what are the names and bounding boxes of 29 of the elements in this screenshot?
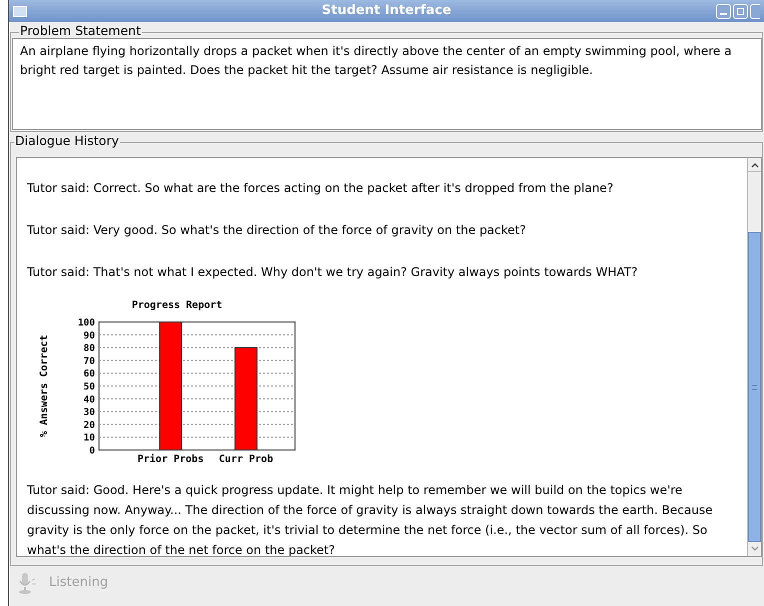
status-text: Listening	[49, 574, 108, 592]
tutor-message: Tutor said: Very good. So what's the direction of the force of gravity on the packet?	[27, 222, 527, 239]
scroll-thumb[interactable]	[748, 232, 761, 542]
x-tick-label: Prior Probs	[138, 454, 204, 465]
maximize-icon[interactable]	[733, 4, 748, 18]
scrollbar[interactable]	[747, 158, 761, 556]
y-tick-label: 90	[84, 330, 95, 342]
y-tick-label: 20	[84, 420, 95, 431]
x-tick-label: Curr Prob	[218, 454, 274, 465]
y-tick-label: 100	[78, 318, 95, 328]
y-tick-label: 30	[84, 407, 95, 418]
y-tick-label: 60	[84, 368, 95, 380]
y-tick-label: 40	[84, 394, 95, 406]
problem-text-area: An airplane flying horizontally drops a packet when it's directly above the center of an empty swimming pool, where a bright red target is painted. Does the packet hit the target? Assume air resistance is negligible.	[12, 38, 762, 130]
chart-title: Progress Report	[132, 300, 222, 311]
y-tick-label: 50	[84, 382, 95, 392]
tutor-message: Tutor said: That's not what I expected. Why don't we try again? Gravity always points towards WHAT?	[27, 264, 639, 281]
window-menu-icon[interactable]	[13, 6, 27, 16]
section-label: Problem Statement	[19, 24, 142, 38]
y-tick-label: 70	[84, 356, 95, 367]
y-axis-label: % Answers Correct	[39, 334, 50, 438]
minimize-icon[interactable]	[716, 4, 731, 18]
window-title: Student Interface	[322, 2, 452, 20]
section-label: Dialogue History	[14, 134, 120, 148]
tutor-message: Tutor said: Correct. So what are the forces acting on the packet after it's dropped from the plane?	[27, 180, 614, 197]
close-icon[interactable]	[750, 4, 760, 18]
y-tick-label: 80	[84, 343, 95, 354]
y-tick-label: 10	[84, 432, 95, 444]
y-tick-label: 0	[89, 446, 95, 456]
